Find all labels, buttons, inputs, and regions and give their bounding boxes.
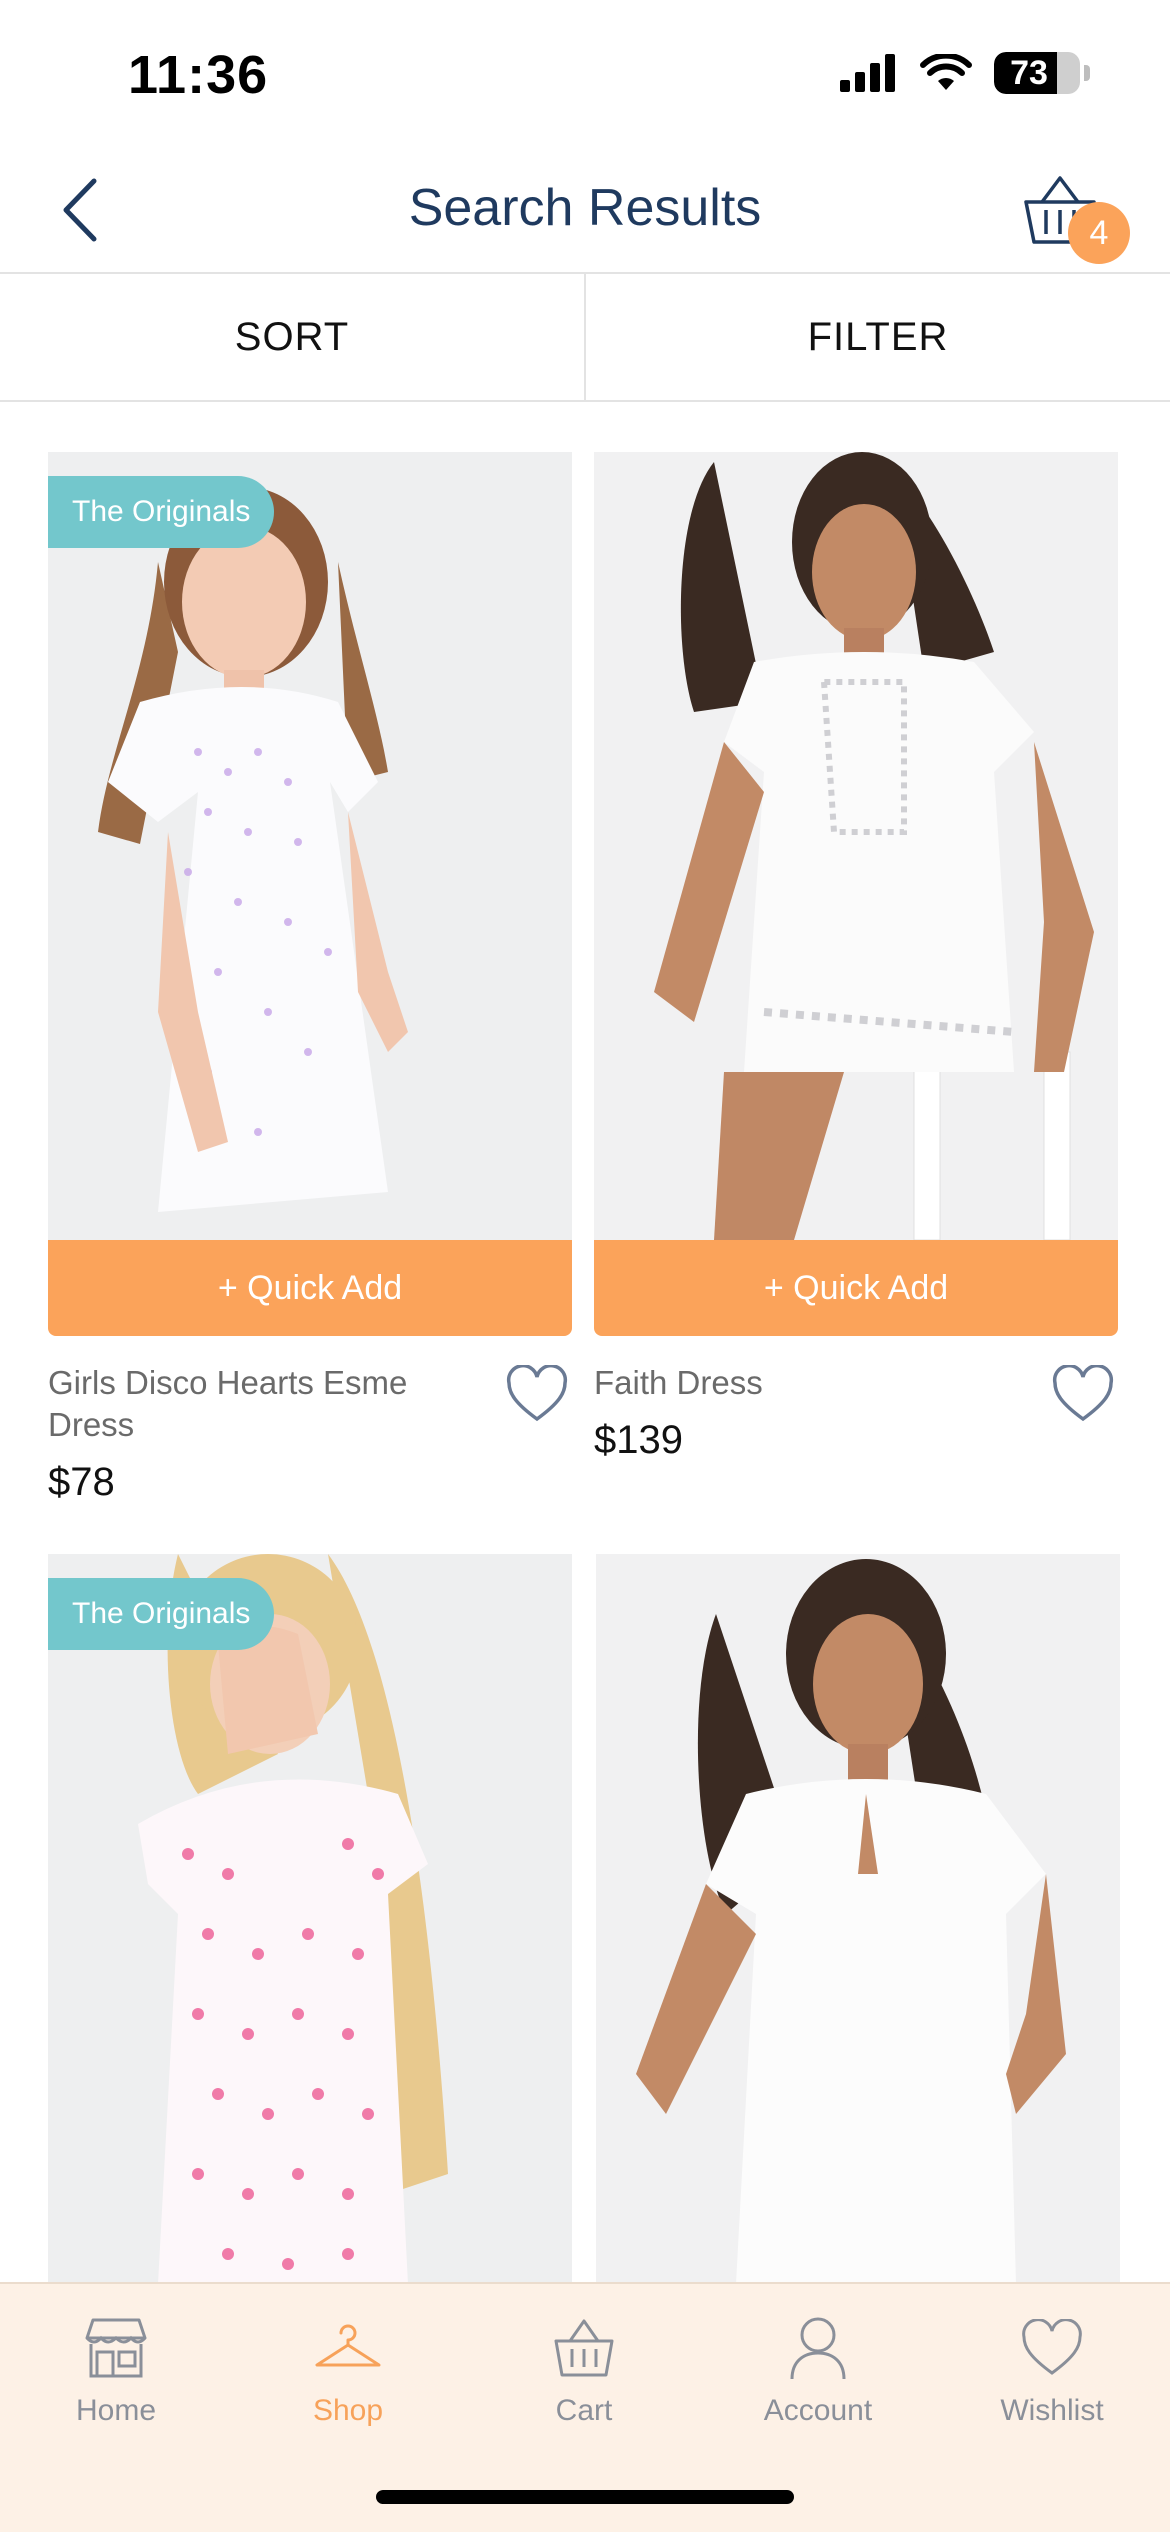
page-title: Search Results xyxy=(408,179,762,237)
product-tag: The Originals xyxy=(48,476,275,548)
tab-account[interactable]: Account xyxy=(718,2308,918,2428)
sort-filter-bar: SORT FILTER xyxy=(0,274,1170,402)
product-price: $78 xyxy=(48,1460,115,1504)
product-name[interactable]: Faith Dress xyxy=(594,1362,974,1404)
product-image[interactable]: The Originals xyxy=(48,452,572,1240)
tab-wishlist[interactable]: Wishlist xyxy=(952,2308,1152,2428)
tab-shop[interactable]: Shop xyxy=(248,2308,448,2428)
product-tag: The Originals xyxy=(48,1578,275,1650)
nav-header: Search Results 4 xyxy=(0,150,1170,274)
woman-dress-photo xyxy=(594,452,1118,1240)
heart-icon xyxy=(1022,2319,1082,2375)
product-price: $139 xyxy=(594,1418,683,1462)
sort-button[interactable]: SORT xyxy=(0,274,584,400)
girl-pink-dress-photo xyxy=(48,1554,572,2284)
cart-button[interactable]: 4 xyxy=(1020,168,1130,268)
product-card[interactable]: The Originals xyxy=(48,1554,572,2284)
product-card[interactable]: + Quick Add Faith Dress $139 xyxy=(594,452,1118,1463)
basket-icon xyxy=(554,2319,614,2377)
heart-icon xyxy=(506,1365,568,1422)
quick-add-button[interactable]: + Quick Add xyxy=(594,1240,1118,1336)
tab-label: Account xyxy=(763,2394,873,2427)
filter-button[interactable]: FILTER xyxy=(584,274,1170,400)
hanger-icon xyxy=(315,2324,381,2367)
product-card[interactable]: The Originals + Quick Add Girls Disco He… xyxy=(48,452,572,1505)
tab-label: Home xyxy=(75,2394,157,2427)
person-icon xyxy=(790,2317,846,2380)
tab-label: Shop xyxy=(312,2394,384,2427)
wifi-icon xyxy=(920,54,972,90)
store-icon xyxy=(85,2318,147,2378)
quick-add-button[interactable]: + Quick Add xyxy=(48,1240,572,1336)
wishlist-button[interactable] xyxy=(502,1362,572,1426)
signal-icon xyxy=(840,54,895,92)
tab-label: Cart xyxy=(555,2394,613,2427)
tab-label: Wishlist xyxy=(1000,2394,1104,2427)
product-info: Girls Disco Hearts Esme Dress $78 xyxy=(48,1336,572,1505)
product-name[interactable]: Girls Disco Hearts Esme Dress xyxy=(48,1362,428,1446)
tab-cart[interactable]: Cart xyxy=(484,2308,684,2428)
tab-home[interactable]: Home xyxy=(16,2308,216,2428)
home-indicator xyxy=(376,2490,794,2504)
heart-icon xyxy=(1052,1365,1114,1422)
cart-count-badge: 4 xyxy=(1068,202,1130,264)
product-image[interactable]: The Originals xyxy=(48,1554,572,2284)
status-bar: 11:36 73 xyxy=(0,0,1170,150)
girl-dress-photo xyxy=(48,452,572,1240)
battery-level: 73 xyxy=(1010,54,1048,92)
product-image[interactable] xyxy=(596,1554,1120,2284)
status-time: 11:36 xyxy=(128,45,269,105)
status-icons: 73 xyxy=(840,52,1090,94)
product-card[interactable] xyxy=(596,1554,1120,2284)
wishlist-button[interactable] xyxy=(1048,1362,1118,1426)
woman-white-dress-photo xyxy=(596,1554,1120,2284)
battery-icon: 73 xyxy=(994,52,1080,94)
battery-tip xyxy=(1084,65,1090,81)
product-image[interactable] xyxy=(594,452,1118,1240)
product-info: Faith Dress $139 xyxy=(594,1336,1118,1463)
